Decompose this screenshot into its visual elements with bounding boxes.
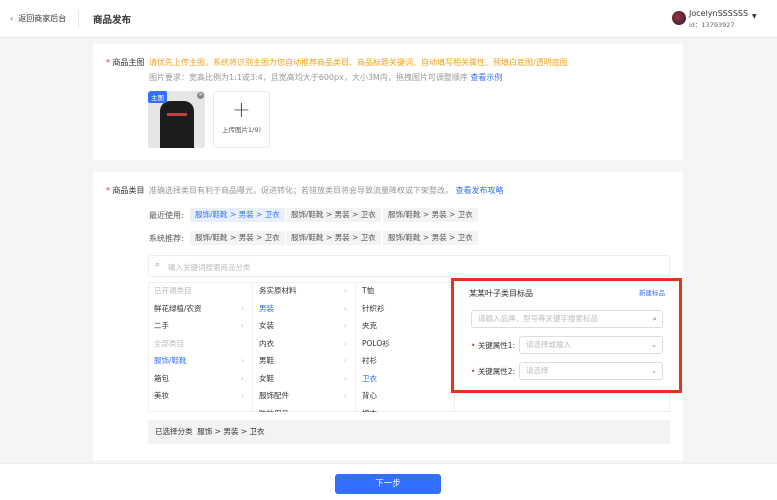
caret-down-icon[interactable]: ▼	[752, 13, 757, 20]
upload-image-button[interactable]: + 上传图片1/9)	[213, 91, 270, 148]
page-title: 商品发布	[93, 15, 132, 26]
attr1-label: 关键属性1:	[477, 341, 516, 350]
category-group-label: 已开通类目	[154, 286, 192, 295]
category-item[interactable]: 男装 ›	[253, 300, 355, 318]
chevron-right-icon: ›	[344, 356, 347, 365]
category-item[interactable]: 针织衫	[356, 300, 454, 318]
standard-search-input[interactable]: 请输入品牌、型号等关键字搜索标品 ⌕	[471, 310, 663, 328]
category-column-1: 已开通类目鲜花绿植/农资 › 二手 › 全部类目服饰/鞋靴 › 箱包 › 美妆 ›	[148, 282, 253, 412]
category-column-2: 务实原材料›男装›女装›内衣›男鞋›女鞋›服饰配件›防护用品›	[253, 282, 356, 412]
plus-icon: +	[232, 98, 251, 123]
publish-guide-link[interactable]: 查看发布攻略	[456, 186, 504, 195]
system-label: 系统推荐:	[149, 234, 184, 243]
chevron-right-icon: ›	[241, 373, 244, 383]
product-image[interactable]: 主图 ×	[148, 91, 205, 148]
chevron-right-icon: ›	[344, 286, 347, 295]
category-item[interactable]: 内衣 ›	[253, 335, 355, 353]
standard-title: 某某叶子类目标品	[469, 289, 533, 298]
chevron-right-icon: ›	[241, 391, 244, 400]
category-hint: 准确选择类目有利于商品曝光，促进转化；若错放类目将会导致流量降权或下架整改。	[149, 186, 453, 195]
chevron-right-icon: ›	[241, 321, 244, 330]
category-item[interactable]: 务实原材料 ›	[253, 282, 355, 300]
category-item[interactable]: 防护用品›	[253, 405, 355, 413]
search-icon: ⌕	[652, 314, 657, 323]
system-tag[interactable]: 服饰/鞋靴 > 男装 > 卫衣	[286, 231, 381, 245]
category-item[interactable]: 服饰/鞋靴 ›	[148, 352, 252, 370]
chevron-right-icon: ›	[344, 303, 347, 313]
category-item[interactable]: 棉衣	[356, 405, 454, 413]
chevron-right-icon: ›	[241, 303, 244, 313]
category-item[interactable]: 女鞋 ›	[253, 370, 355, 388]
remove-icon[interactable]: ×	[197, 92, 204, 99]
new-standard-link[interactable]: 新建标品	[639, 287, 665, 297]
recent-label: 最近使用:	[149, 211, 184, 220]
selected-category-bar: 已选择分类 服饰 > 男装 > 卫衣	[148, 420, 670, 444]
category-item[interactable]: 男鞋 ›	[253, 352, 355, 370]
category-label: 商品类目	[112, 186, 145, 195]
category-group-label: 全部类目	[154, 338, 184, 348]
footer: 下一步	[0, 463, 777, 500]
category-item[interactable]: 卫衣	[356, 370, 454, 388]
chevron-right-icon: ›	[344, 373, 347, 383]
next-step-button[interactable]: 下一步	[335, 474, 441, 494]
chevron-down-icon: ⌄	[650, 340, 657, 349]
category-item[interactable]: 夹克	[356, 317, 454, 335]
recent-tag[interactable]: 服饰/鞋靴 > 男装 > 卫衣	[286, 208, 381, 222]
category-item[interactable]: 衬衫	[356, 352, 454, 370]
avatar[interactable]	[672, 11, 686, 25]
attr2-select[interactable]: 请选择 ⌄	[519, 362, 663, 380]
recent-tag[interactable]: 服饰/鞋靴 > 男装 > 卫衣	[190, 208, 285, 222]
sweatshirt-image	[160, 101, 194, 148]
recent-tag[interactable]: 服饰/鞋靴 > 男装 > 卫衣	[383, 208, 478, 222]
category-item[interactable]: 箱包 ›	[148, 370, 252, 388]
system-tag[interactable]: 服饰/鞋靴 > 男装 > 卫衣	[190, 231, 285, 245]
view-example-link[interactable]: 查看示例	[470, 73, 502, 82]
divider	[78, 10, 79, 28]
user-name: JocelynSSSSSS	[689, 9, 749, 18]
attr2-label: 关键属性2:	[477, 367, 516, 376]
standard-product-panel: 某某叶子类目标品 新建标品 请输入品牌、型号等关键字搜索标品 ⌕ • 关键属性1:…	[451, 278, 682, 393]
search-icon: ⌕	[155, 260, 161, 270]
user-id: id：13793927	[689, 21, 735, 29]
category-item[interactable]: 二手 ›	[148, 317, 252, 335]
main-image-badge: 主图	[148, 91, 167, 103]
chevron-right-icon: ›	[344, 391, 347, 400]
system-tag[interactable]: 服饰/鞋靴 > 男装 > 卫衣	[383, 231, 478, 245]
category-item[interactable]: POLO衫	[356, 335, 454, 353]
chevron-right-icon: ›	[344, 405, 347, 413]
chevron-down-icon: ⌄	[650, 366, 657, 375]
back-button[interactable]: ‹ 返回商家后台	[10, 13, 66, 24]
chevron-right-icon: ›	[344, 338, 347, 348]
category-item[interactable]: 美妆 ›	[148, 387, 252, 405]
category-item[interactable]: 鲜花绿植/农资 ›	[148, 300, 252, 318]
main-image-hint: 请优先上传主图，系统将识别主图为您自动推荐商品类目、商品标题关键词、自动填写相关…	[149, 58, 568, 67]
attr1-select[interactable]: 请选择或输入 ⌄	[519, 336, 663, 354]
category-item[interactable]: 背心	[356, 387, 454, 405]
chevron-left-icon: ‹	[10, 14, 14, 23]
category-column-3: T恤针织衫夹克POLO衫衬衫卫衣背心棉衣	[356, 282, 455, 412]
category-item[interactable]: T恤	[356, 282, 454, 300]
selected-category: 服饰 > 男装 > 卫衣	[197, 427, 265, 436]
category-item[interactable]: 女装 ›	[253, 317, 355, 335]
chevron-right-icon: ›	[241, 356, 244, 365]
category-item[interactable]: 服饰配件 ›	[253, 387, 355, 405]
category-search-input[interactable]: ⌕ 输入关键词搜索商品分类	[148, 255, 670, 277]
image-requirement: 图片要求：宽高比例为1:1或3:4，且宽高均大于600px，大小3M内，拖拽图片…	[149, 73, 468, 82]
main-image-label: 商品主图	[112, 58, 145, 67]
main-image-section: * 商品主图 请优先上传主图，系统将识别主图为您自动推荐商品类目、商品标题关键词…	[93, 44, 683, 160]
chevron-right-icon: ›	[344, 321, 347, 330]
header: ‹ 返回商家后台 商品发布 JocelynSSSSSS id：13793927 ▼	[0, 0, 777, 38]
